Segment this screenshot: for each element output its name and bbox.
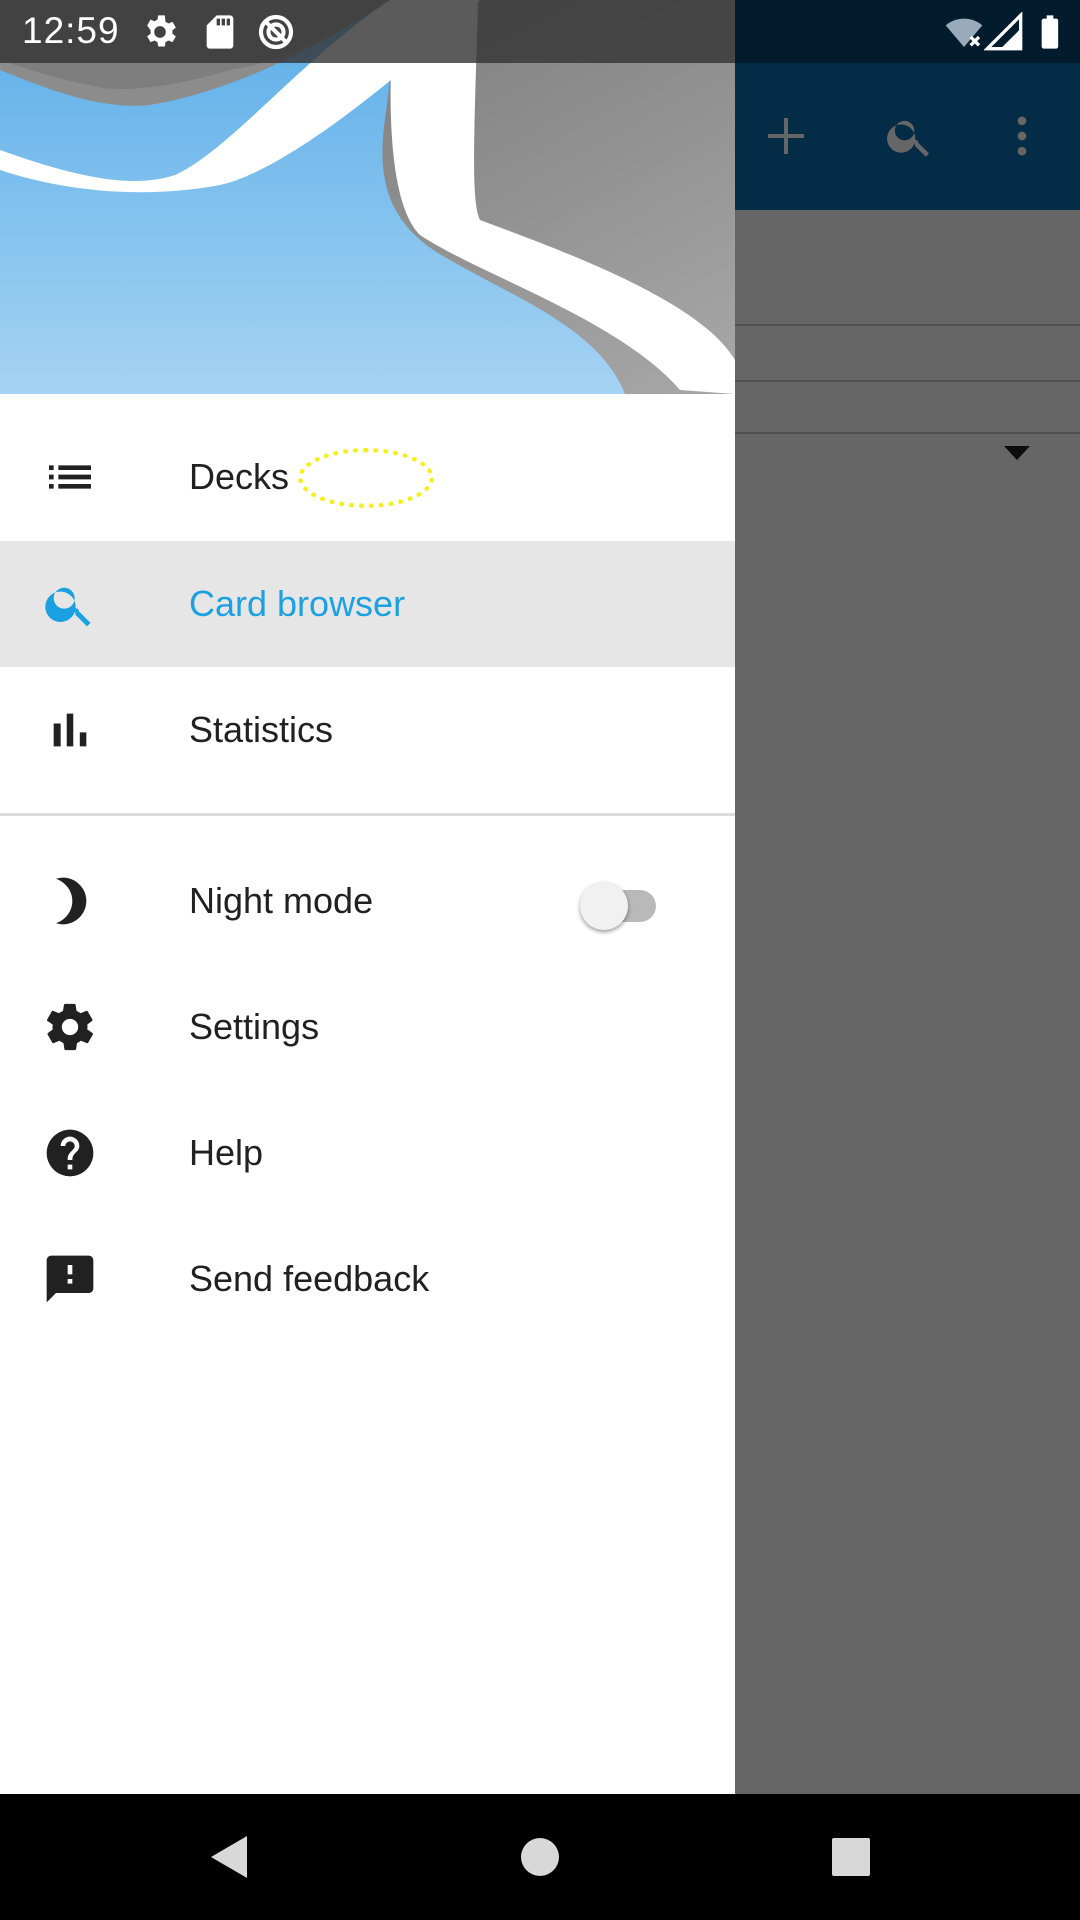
drawer-item-card-browser[interactable]: Card browser	[0, 541, 735, 667]
recents-icon[interactable]	[818, 1824, 884, 1890]
tap-highlight-ring	[298, 448, 434, 508]
drawer-item-statistics[interactable]: Statistics	[0, 667, 735, 793]
search-icon	[42, 576, 98, 632]
list-icon	[42, 449, 98, 505]
status-time: 12:59	[22, 10, 120, 51]
drawer-item-send-feedback[interactable]: Send feedback	[0, 1216, 735, 1342]
navigation-drawer: Decks Card browser Statistics Night mode…	[0, 0, 735, 1794]
signal-icon	[983, 11, 1024, 52]
system-nav-bar	[0, 1794, 1080, 1920]
drawer-item-label: Settings	[189, 1006, 320, 1047]
drawer-item-label: Card browser	[189, 583, 406, 624]
drawer-item-label: Help	[189, 1132, 264, 1173]
drawer-item-help[interactable]: Help	[0, 1090, 735, 1216]
moon-icon	[42, 873, 98, 929]
status-bar: 12:59	[0, 0, 1080, 63]
sd-card-icon	[200, 12, 240, 52]
gear-icon	[42, 999, 98, 1055]
battery-icon	[1030, 12, 1070, 52]
drawer-item-label: Night mode	[189, 880, 374, 921]
home-icon[interactable]	[507, 1824, 573, 1890]
back-icon[interactable]	[195, 1824, 261, 1890]
drawer-divider	[0, 813, 735, 816]
data-saver-icon	[256, 12, 296, 52]
night-mode-toggle[interactable]	[580, 875, 666, 931]
feedback-icon	[42, 1251, 98, 1307]
drawer-item-night-mode[interactable]: Night mode	[0, 838, 735, 964]
gear-icon	[140, 12, 180, 52]
bar-chart-icon	[42, 702, 98, 758]
drawer-item-label: Send feedback	[189, 1258, 430, 1299]
help-icon	[42, 1125, 98, 1181]
drawer-item-settings[interactable]: Settings	[0, 964, 735, 1090]
toggle-thumb	[580, 882, 628, 930]
drawer-item-label: Decks	[189, 456, 290, 497]
wifi-icon	[944, 12, 984, 52]
drawer-item-label: Statistics	[189, 709, 334, 750]
